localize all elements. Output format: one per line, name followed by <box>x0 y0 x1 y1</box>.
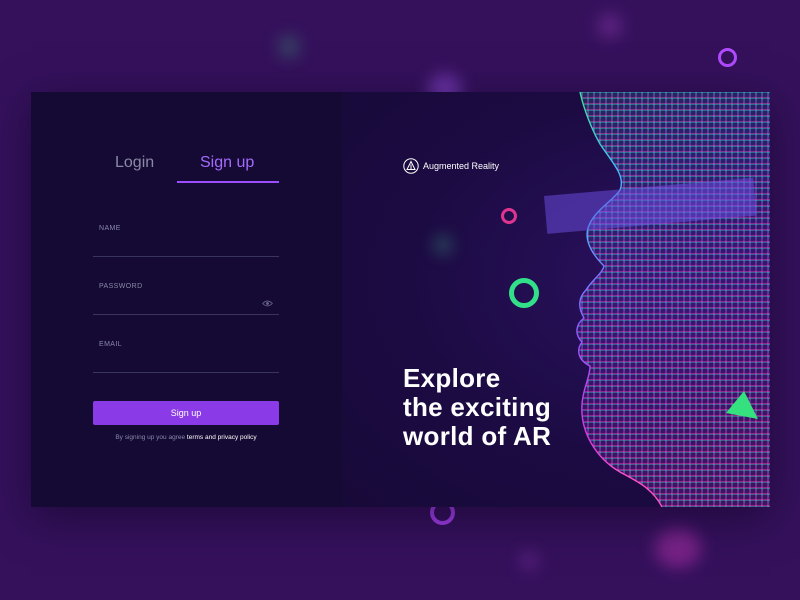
background-glow <box>520 552 538 570</box>
active-tab-indicator <box>177 181 279 183</box>
headline-line: world of AR <box>403 421 552 451</box>
terms-notice: By signing up you agree terms and privac… <box>93 434 279 441</box>
terms-prefix: By signing up you agree <box>115 434 187 441</box>
triangle-logo-icon <box>403 158 419 174</box>
headline-line: the exciting <box>403 392 552 422</box>
signup-button[interactable]: Sign up <box>93 401 279 425</box>
name-field: NAME <box>93 225 279 257</box>
password-field: PASSWORD <box>93 283 279 315</box>
green-triangle-icon <box>726 391 758 419</box>
decorative-glow <box>434 236 452 254</box>
email-input[interactable] <box>99 353 259 369</box>
background-glow <box>598 14 622 38</box>
brand-name: Augmented Reality <box>423 161 500 171</box>
hero-panel: Augmented Reality Explore the exciting w… <box>342 92 770 507</box>
email-label: EMAIL <box>99 341 123 348</box>
name-input[interactable] <box>99 237 259 253</box>
hero-headline: Explore the exciting world of AR <box>403 364 633 451</box>
decorative-ring-icon <box>509 278 539 308</box>
password-label: PASSWORD <box>99 283 143 290</box>
terms-link[interactable]: terms and privacy policy <box>187 434 257 441</box>
background-glow <box>278 36 300 58</box>
signup-panel: Login Sign up NAME PASSWORD EMAIL Sign u… <box>31 92 342 507</box>
auth-card: Login Sign up NAME PASSWORD EMAIL Sign u… <box>31 92 770 507</box>
password-input[interactable] <box>99 295 259 311</box>
decorative-ring-icon <box>501 208 517 224</box>
background-glow <box>655 528 701 568</box>
tab-signup[interactable]: Sign up <box>200 154 254 172</box>
name-label: NAME <box>99 225 121 232</box>
tab-login[interactable]: Login <box>115 154 154 172</box>
eye-icon[interactable] <box>262 300 273 307</box>
auth-tabs: Login Sign up <box>93 154 279 183</box>
email-field: EMAIL <box>93 341 279 373</box>
decorative-ring-icon <box>718 48 737 67</box>
headline-line: Explore <box>403 363 501 393</box>
